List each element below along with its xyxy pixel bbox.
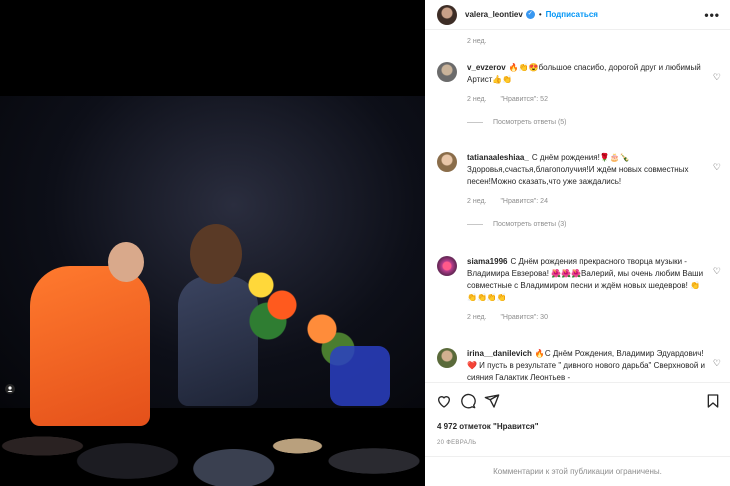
comment-text: siama1996 С Днём рождения прекрасного тво… <box>467 257 704 302</box>
user-tag-icon[interactable] <box>5 384 15 394</box>
view-replies-button[interactable]: Посмотреть ответы (5) <box>467 119 727 126</box>
dot-separator: • <box>538 10 542 19</box>
avatar[interactable] <box>437 256 457 276</box>
replies-divider <box>467 122 483 123</box>
post-sidebar: valera_leontiev ✓ • Подписаться ••• 2 не… <box>425 0 730 486</box>
comment-icon <box>461 393 476 409</box>
comment-meta: 2 нед. "Нравится": 52 <box>467 96 727 103</box>
avatar[interactable] <box>437 348 457 368</box>
comment-username[interactable]: tatianaaleshiaa_ <box>467 153 529 162</box>
comment-meta: 2 нед. "Нравится": 24 <box>467 198 727 205</box>
audience <box>0 356 425 486</box>
comment-likes[interactable]: "Нравится": 30 <box>500 314 548 321</box>
post-photo[interactable] <box>0 0 425 486</box>
post-actions <box>425 382 730 418</box>
save-button[interactable] <box>704 392 722 410</box>
comment-text: v_evzerov 🔥👏😍большое спасибо, дорогой дру… <box>467 63 701 84</box>
comment-likes[interactable]: "Нравится": 52 <box>500 96 548 103</box>
comment-text: tatianaaleshiaa_ С днём рождения!🌹🎂🍾 Здор… <box>467 153 689 186</box>
post-date: 20 ФЕВРАЛЬ <box>437 440 477 446</box>
comment-timestamp: 2 нед. <box>467 198 487 205</box>
comment-item: siama1996 С Днём рождения прекрасного тво… <box>437 256 727 321</box>
comment-username[interactable]: siama1996 <box>467 257 507 266</box>
avatar[interactable] <box>437 152 457 172</box>
more-options-icon[interactable]: ••• <box>704 8 720 22</box>
heart-icon <box>437 396 451 408</box>
comment-username[interactable]: irina__danilevich <box>467 349 532 358</box>
comment-button[interactable] <box>459 392 477 410</box>
comment-meta: 2 нед. "Нравится": 30 <box>467 314 727 321</box>
verified-icon: ✓ <box>525 10 535 19</box>
comment-item: irina__danilevich 🔥С Днём Рождения, Влади… <box>437 348 727 382</box>
comment-text: irina__danilevich 🔥С Днём Рождения, Влади… <box>467 349 706 382</box>
like-comment-icon[interactable]: ♡ <box>713 162 721 173</box>
avatar[interactable] <box>437 4 457 25</box>
comment-likes[interactable]: "Нравится": 24 <box>500 198 548 205</box>
like-comment-icon[interactable]: ♡ <box>713 266 721 277</box>
bookmark-icon <box>707 394 719 408</box>
post-author[interactable]: valera_leontiev <box>465 10 523 19</box>
follow-button[interactable]: Подписаться <box>546 10 598 19</box>
view-replies-button[interactable]: Посмотреть ответы (3) <box>467 221 727 228</box>
share-button[interactable] <box>483 392 501 410</box>
replies-divider <box>467 224 483 225</box>
comment-username[interactable]: v_evzerov <box>467 63 506 72</box>
comments-limited-notice: Комментарии к этой публикации ограничены… <box>425 456 730 486</box>
comment-item: v_evzerov 🔥👏😍большое спасибо, дорогой дру… <box>437 62 727 126</box>
caption-timestamp: 2 нед. <box>467 38 487 45</box>
like-button[interactable] <box>435 392 453 410</box>
performer-head <box>108 242 144 282</box>
performer-curly-hair <box>190 224 242 284</box>
comment-timestamp: 2 нед. <box>467 314 487 321</box>
send-icon <box>484 394 500 408</box>
post-header: valera_leontiev ✓ • Подписаться ••• <box>425 0 730 30</box>
photo-scene <box>0 96 425 486</box>
like-comment-icon[interactable]: ♡ <box>713 358 721 369</box>
avatar[interactable] <box>437 62 457 82</box>
like-comment-icon[interactable]: ♡ <box>713 72 721 83</box>
comment-item: tatianaaleshiaa_ С днём рождения!🌹🎂🍾 Здор… <box>437 152 727 228</box>
likes-count[interactable]: 4 972 отметок "Нравится" <box>437 422 539 431</box>
comments-list[interactable]: 2 нед. v_evzerov 🔥👏😍большое спасибо, доро… <box>425 30 730 382</box>
comment-timestamp: 2 нед. <box>467 96 487 103</box>
